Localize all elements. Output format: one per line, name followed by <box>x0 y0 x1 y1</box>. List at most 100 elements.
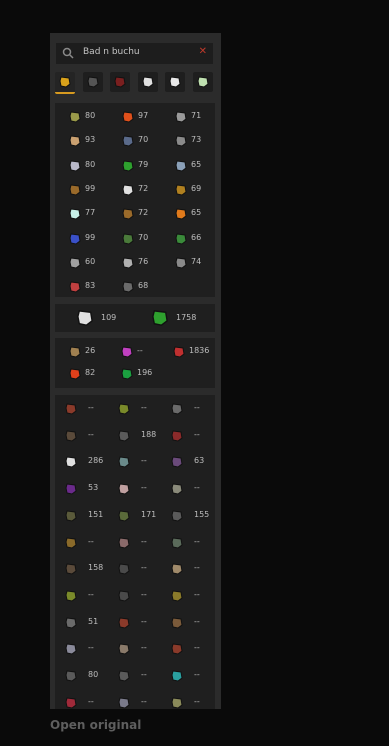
boss-24-stat[interactable]: -- <box>167 585 219 607</box>
ranged-icon <box>69 184 81 196</box>
stat-value: 79 <box>138 159 149 169</box>
boss-25-stat[interactable]: 51 <box>61 612 113 634</box>
stat-value: 65 <box>191 208 202 218</box>
stat-value: 68 <box>138 281 149 291</box>
boss-16-stat[interactable]: -- <box>61 532 113 554</box>
boss-21-stat[interactable]: -- <box>167 558 219 580</box>
slayer-stat[interactable]: 76 <box>121 254 173 272</box>
ranged-stat[interactable]: 99 <box>68 181 120 199</box>
boss-7-stat[interactable]: 286 <box>61 451 113 473</box>
stat-value: 155 <box>194 509 210 519</box>
league-points-stat[interactable]: -- <box>120 343 172 361</box>
hunter-stat[interactable]: 83 <box>68 278 120 296</box>
pvp-icon <box>69 368 81 380</box>
boss-30-stat[interactable]: -- <box>167 638 219 660</box>
boss-10-stat[interactable]: 53 <box>61 478 113 500</box>
boss-20-stat[interactable]: -- <box>114 558 166 580</box>
raids-tab[interactable] <box>110 72 130 92</box>
soul-wars-icon <box>121 368 133 380</box>
boss-5-stat[interactable]: 188 <box>114 425 166 447</box>
farming-stat[interactable]: 74 <box>174 254 221 272</box>
firemaking-stat[interactable]: 65 <box>174 205 221 223</box>
pvp-stat[interactable]: 82 <box>68 365 120 383</box>
boss-27-icon <box>171 617 183 629</box>
boss-6-stat[interactable]: -- <box>167 425 219 447</box>
thieving-stat[interactable]: 72 <box>121 181 173 199</box>
herblore-stat[interactable]: 79 <box>121 157 173 175</box>
stat-value: 74 <box>191 256 202 266</box>
boss-33-stat[interactable]: -- <box>167 665 219 687</box>
boss-13-stat[interactable]: 151 <box>61 505 113 527</box>
prayer-stat[interactable]: 77 <box>68 205 120 223</box>
overview-tab[interactable] <box>55 72 75 94</box>
fletching-stat[interactable]: 70 <box>121 230 173 248</box>
boss-31-stat[interactable]: 80 <box>61 665 113 687</box>
stat-value: 76 <box>138 256 149 266</box>
boss-27-stat[interactable]: -- <box>167 612 219 634</box>
fishing-stat[interactable]: 65 <box>174 157 221 175</box>
woodcutting-stat[interactable]: 66 <box>174 230 221 248</box>
minigames-tab[interactable] <box>137 72 158 92</box>
boss-11-stat[interactable]: -- <box>114 478 166 500</box>
stat-value: 71 <box>191 111 202 120</box>
bounty-hunter-stat[interactable]: 1836 <box>172 343 221 361</box>
totals-section: 109 1758 <box>55 304 215 332</box>
boss-8-stat[interactable]: -- <box>114 451 166 473</box>
stat-value: -- <box>194 483 200 493</box>
skull-tab[interactable] <box>165 72 185 92</box>
smithing-stat[interactable]: 73 <box>174 132 221 150</box>
skull-icon <box>169 76 181 88</box>
boss-9-icon <box>171 456 183 468</box>
boss-23-stat[interactable]: -- <box>114 585 166 607</box>
boss-15-stat[interactable]: 155 <box>167 505 219 527</box>
bosses-tab[interactable] <box>82 72 103 92</box>
boss-19-stat[interactable]: 158 <box>61 558 113 580</box>
boss-3-stat[interactable]: -- <box>167 398 219 420</box>
boss-34-stat[interactable]: -- <box>61 692 113 709</box>
stat-value: -- <box>88 429 94 439</box>
stat-value: -- <box>194 403 200 412</box>
boss-35-stat[interactable]: -- <box>114 692 166 709</box>
agility-stat[interactable]: 70 <box>121 132 173 150</box>
hunter-icon <box>69 281 81 293</box>
mining-stat[interactable]: 71 <box>174 108 221 126</box>
construction-stat[interactable]: 68 <box>121 278 173 296</box>
attack-stat[interactable]: 80 <box>68 108 120 126</box>
boss-14-stat[interactable]: 171 <box>114 505 166 527</box>
boss-26-icon <box>118 617 130 629</box>
crafting-stat[interactable]: 72 <box>121 205 173 223</box>
boss-18-stat[interactable]: -- <box>167 532 219 554</box>
stat-value: -- <box>194 643 200 653</box>
stat-value: -- <box>141 563 147 573</box>
boss-28-stat[interactable]: -- <box>61 638 113 660</box>
stat-value: 171 <box>141 509 157 519</box>
strength-stat[interactable]: 93 <box>68 132 120 150</box>
search-input[interactable]: Bad n buchu <box>83 47 140 57</box>
search-bar[interactable]: Bad n buchu ✕ <box>56 43 213 64</box>
boss-32-stat[interactable]: -- <box>114 665 166 687</box>
boss-9-stat[interactable]: 63 <box>167 451 219 473</box>
crafting-icon <box>122 208 134 220</box>
clue-scroll-stat[interactable]: 26 <box>68 343 120 361</box>
skills-section: 80 97 71 93 70 73 80 79 65 99 72 69 77 72 65 99 70 66 60 76… <box>55 103 215 297</box>
close-icon[interactable]: ✕ <box>199 46 207 57</box>
cooking-stat[interactable]: 69 <box>174 181 221 199</box>
soul-wars-stat[interactable]: 196 <box>120 365 172 383</box>
runecraft-stat[interactable]: 60 <box>68 254 120 272</box>
boss-36-stat[interactable]: -- <box>167 692 219 709</box>
boss-1-stat[interactable]: -- <box>61 398 113 420</box>
boss-17-stat[interactable]: -- <box>114 532 166 554</box>
magic-stat[interactable]: 99 <box>68 230 120 248</box>
boss-29-stat[interactable]: -- <box>114 638 166 660</box>
boss-4-stat[interactable]: -- <box>61 425 113 447</box>
clue-tab[interactable] <box>192 72 213 92</box>
hitpoints-stat[interactable]: 97 <box>121 108 173 126</box>
boss-12-stat[interactable]: -- <box>167 478 219 500</box>
defence-stat[interactable]: 80 <box>68 157 120 175</box>
stat-value: 66 <box>191 232 202 242</box>
open-original-link[interactable]: Open original <box>50 718 141 732</box>
boss-26-stat[interactable]: -- <box>114 612 166 634</box>
boss-18-icon <box>171 536 183 549</box>
boss-2-stat[interactable]: -- <box>114 398 166 420</box>
boss-22-stat[interactable]: -- <box>61 585 113 607</box>
